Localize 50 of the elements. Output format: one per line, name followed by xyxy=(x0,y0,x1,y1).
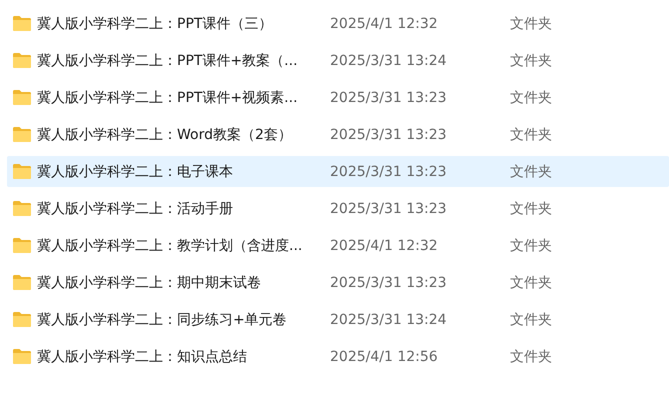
file-type: 文件夹 xyxy=(510,88,552,106)
file-name: 冀人版小学科学二上：电子课本 xyxy=(37,162,234,180)
file-row[interactable]: 冀人版小学科学二上：电子课本 2025/3/31 13:23 文件夹 xyxy=(7,156,669,187)
file-name: 冀人版小学科学二上：PPT课件（三） xyxy=(37,14,274,32)
file-name: 冀人版小学科学二上：同步练习+单元卷 xyxy=(37,310,288,328)
modified-date: 2025/3/31 13:24 xyxy=(330,312,448,328)
folder-icon xyxy=(13,127,31,142)
folder-icon xyxy=(13,16,31,31)
folder-icon xyxy=(13,53,31,68)
folder-icon xyxy=(13,312,31,327)
file-row[interactable]: 冀人版小学科学二上：活动手册 2025/3/31 13:23 文件夹 xyxy=(7,193,669,224)
file-type: 文件夹 xyxy=(510,52,552,70)
folder-icon xyxy=(13,349,31,364)
file-type: 文件夹 xyxy=(510,310,552,328)
file-name: 冀人版小学科学二上：知识点总结 xyxy=(37,348,248,366)
modified-date: 2025/4/1 12:32 xyxy=(330,16,439,32)
file-name: 冀人版小学科学二上：期中期末试卷 xyxy=(37,274,262,292)
file-row[interactable]: 冀人版小学科学二上：知识点总结 2025/4/1 12:56 文件夹 xyxy=(7,341,669,372)
file-name: 冀人版小学科学二上：活动手册 xyxy=(37,200,234,218)
modified-date: 2025/3/31 13:23 xyxy=(330,126,448,142)
file-row[interactable]: 冀人版小学科学二上：期中期末试卷 2025/3/31 13:23 文件夹 xyxy=(7,267,669,298)
file-type: 文件夹 xyxy=(510,236,552,254)
file-row[interactable]: 冀人版小学科学二上：PPT课件（三） 2025/4/1 12:32 文件夹 xyxy=(7,8,669,39)
file-type: 文件夹 xyxy=(510,348,552,366)
file-row[interactable]: 冀人版小学科学二上：教学计划（含进度... 2025/4/1 12:32 文件夹 xyxy=(7,230,669,261)
folder-icon xyxy=(13,275,31,290)
file-row[interactable]: 冀人版小学科学二上：Word教案（2套） 2025/3/31 13:23 文件夹 xyxy=(7,119,669,150)
folder-icon xyxy=(13,201,31,216)
file-name: 冀人版小学科学二上：PPT课件+教案（... xyxy=(37,52,299,70)
modified-date: 2025/3/31 13:23 xyxy=(330,90,448,106)
file-row[interactable]: 冀人版小学科学二上：PPT课件+教案（... 2025/3/31 13:24 文件夹 xyxy=(7,45,669,76)
modified-date: 2025/4/1 12:56 xyxy=(330,348,439,364)
file-type: 文件夹 xyxy=(510,200,552,218)
folder-icon xyxy=(13,164,31,179)
file-type: 文件夹 xyxy=(510,274,552,292)
file-row[interactable]: 冀人版小学科学二上：同步练习+单元卷 2025/3/31 13:24 文件夹 xyxy=(7,304,669,335)
modified-date: 2025/4/1 12:32 xyxy=(330,238,439,254)
modified-date: 2025/3/31 13:23 xyxy=(330,274,448,290)
file-name: 冀人版小学科学二上：PPT课件+视频素... xyxy=(37,88,299,106)
file-type: 文件夹 xyxy=(510,14,552,32)
file-type: 文件夹 xyxy=(510,162,552,180)
file-name: 冀人版小学科学二上：教学计划（含进度... xyxy=(37,236,304,254)
folder-icon xyxy=(13,90,31,105)
file-type: 文件夹 xyxy=(510,126,552,144)
modified-date: 2025/3/31 13:23 xyxy=(330,164,448,180)
modified-date: 2025/3/31 13:23 xyxy=(330,200,448,216)
file-row[interactable]: 冀人版小学科学二上：PPT课件+视频素... 2025/3/31 13:23 文件夹 xyxy=(7,82,669,113)
modified-date: 2025/3/31 13:24 xyxy=(330,52,448,68)
file-name: 冀人版小学科学二上：Word教案（2套） xyxy=(37,126,293,144)
folder-icon xyxy=(13,238,31,253)
